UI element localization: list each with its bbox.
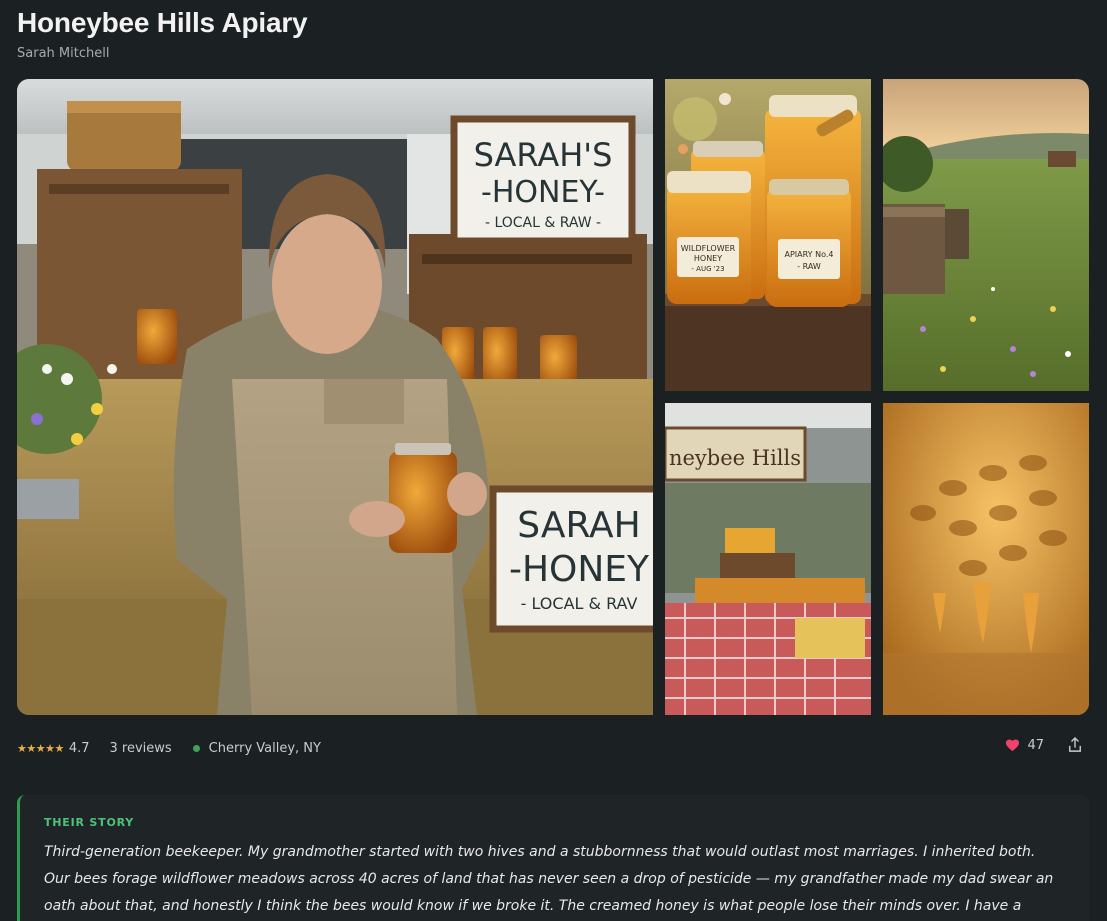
rating-value: 4.7: [68, 740, 90, 756]
gallery-photo-honeycomb[interactable]: [883, 403, 1089, 715]
jar-label-1-line-1: WILDFLOWER: [681, 244, 736, 253]
sign-line-3: - LOCAL & RAW -: [485, 215, 601, 231]
owner-name[interactable]: Sarah Mitchell: [17, 46, 109, 61]
story-label: THEIR STORY: [44, 816, 135, 829]
market-banner-text: neybee Hills: [669, 446, 801, 470]
sign2-line-3: - LOCAL & RAV: [521, 594, 638, 613]
like-button[interactable]: 47: [1005, 738, 1044, 753]
jar-label-1-line-3: - AUG '23: [691, 265, 724, 273]
rating-stars: ★★★★★: [17, 741, 64, 755]
sign2-line-1: SARAH: [517, 505, 640, 546]
location-text: Cherry Valley, NY: [208, 740, 321, 756]
location-dot-icon: [192, 744, 200, 752]
story-text: Third-generation beekeeper. My grandmoth…: [44, 844, 1054, 914]
gallery-photo-field[interactable]: [883, 79, 1089, 391]
reviews-link[interactable]: 3 reviews: [110, 741, 172, 756]
sign2-line-2: -HONEY: [509, 549, 650, 590]
heart-icon: [1006, 739, 1020, 752]
gallery-photo-jars[interactable]: WILDFLOWER HONEY - AUG '23 APIARY No.4 -…: [665, 79, 871, 391]
sign-line-2: -HONEY-: [481, 175, 605, 210]
sign-line-1: SARAH'S: [474, 136, 613, 174]
listing-meta-row: ★★★★★ 4.7 3 reviews Cherry Valley, NY: [17, 739, 321, 757]
listing-actions: 47: [1005, 737, 1082, 753]
share-icon[interactable]: [1068, 737, 1082, 753]
jar-label-2-line-1: APIARY No.4: [785, 250, 834, 259]
gallery-photo-market[interactable]: neybee Hills: [665, 403, 871, 715]
like-count: 47: [1027, 737, 1044, 753]
story-section: THEIR STORY Third-generation beekeeper. …: [17, 795, 1089, 921]
jar-label-1-line-2: HONEY: [694, 254, 722, 263]
jar-label-2-line-2: - RAW: [797, 262, 821, 271]
listing-title: Honeybee Hills Apiary: [17, 7, 308, 38]
gallery-main-photo[interactable]: SARAH'S -HONEY- - LOCAL & RAW - SARAH -H…: [17, 79, 653, 715]
